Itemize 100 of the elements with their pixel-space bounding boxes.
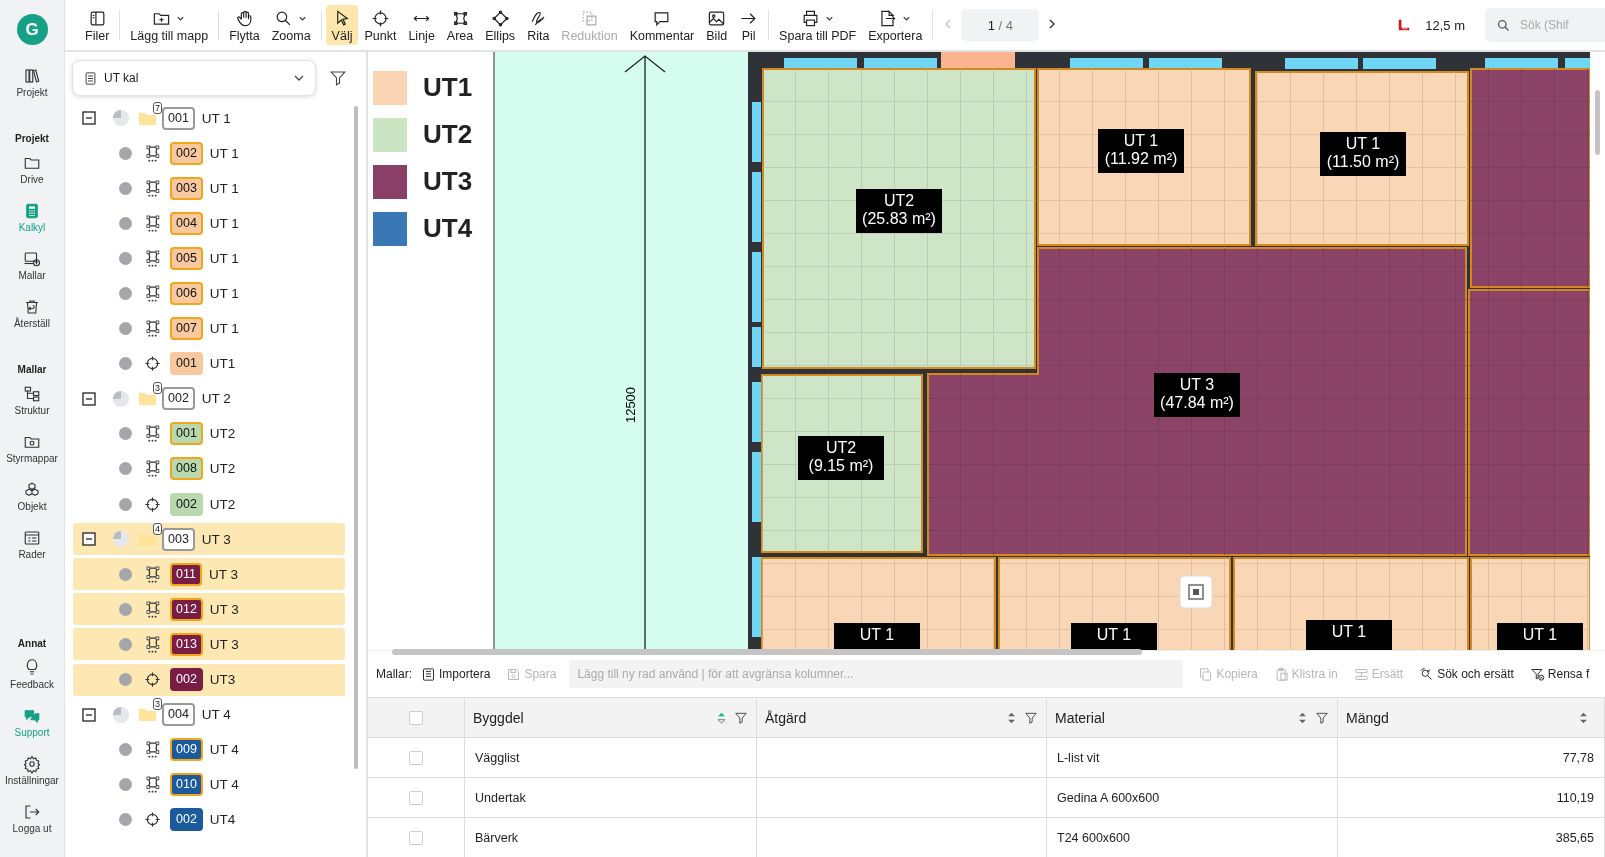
tool-button[interactable]: Ellips xyxy=(479,5,522,45)
tree-item-row[interactable]: 007 UT 1 xyxy=(73,312,345,345)
room[interactable] xyxy=(1255,71,1469,246)
sort-icon[interactable] xyxy=(1298,711,1307,724)
tree-label: UT 3 xyxy=(201,531,231,547)
rail-item[interactable]: Drive xyxy=(20,154,44,202)
tree-group-row[interactable]: 7 001 UT 1 xyxy=(73,102,345,134)
tool-button[interactable]: Bild xyxy=(700,5,734,45)
code-badge: 008 xyxy=(170,457,203,481)
tree-item-row[interactable]: 008 UT2 xyxy=(73,452,345,485)
tree-label: UT 1 xyxy=(209,321,239,337)
status-dot xyxy=(119,673,132,686)
tree-item-row[interactable]: 002 UT2 xyxy=(73,488,345,521)
action-button[interactable]: Sök och ersätt xyxy=(1416,666,1517,682)
tool-button[interactable]: Area xyxy=(440,5,480,45)
tool-button[interactable]: Spara till PDF xyxy=(773,5,863,45)
status-dot xyxy=(119,216,132,230)
rail-item[interactable]: Objekt xyxy=(17,481,47,529)
new-row-field[interactable]: Lägg till ny rad använd | för att avgränsa kolumner... xyxy=(569,660,1184,688)
tree-item-row[interactable]: 003 UT 1 xyxy=(73,172,345,205)
scrollbar[interactable] xyxy=(354,106,358,769)
column-header[interactable]: Byggdel xyxy=(473,709,717,726)
tool-button[interactable]: Zooma xyxy=(265,5,317,45)
folder-icon xyxy=(138,390,157,408)
column-header[interactable]: Mängd xyxy=(1346,709,1579,726)
collapse-toggle[interactable] xyxy=(82,532,96,547)
ruler-icon xyxy=(1397,18,1412,32)
checkbox[interactable] xyxy=(409,830,423,845)
sort-icon[interactable] xyxy=(717,711,726,724)
fit-view-button[interactable] xyxy=(1179,575,1213,609)
code-badge: 004 xyxy=(170,211,203,235)
tree-item-row[interactable]: 001 UT2 xyxy=(73,417,345,450)
scrollbar-thumb[interactable] xyxy=(392,649,1142,655)
tool-button[interactable]: Kommentar xyxy=(623,5,701,45)
area-icon xyxy=(143,319,162,339)
room[interactable] xyxy=(761,557,996,650)
action-button[interactable]: Importera xyxy=(418,666,494,682)
tree-group-row[interactable]: 3 004 UT 4 xyxy=(73,698,345,731)
column-header[interactable]: Material xyxy=(1055,709,1298,726)
layer-dropdown[interactable]: UT kal xyxy=(72,60,316,96)
tree-group-row[interactable]: 4 003 UT 3 xyxy=(73,523,345,556)
action-button[interactable]: Rensa f xyxy=(1526,666,1593,682)
tool-button[interactable]: Exportera xyxy=(862,5,929,45)
status-dot xyxy=(119,322,132,336)
tree-item-row[interactable]: 009 UT 4 xyxy=(73,733,345,766)
tree-item-row[interactable]: 002 UT3 xyxy=(73,663,345,696)
tree-item-row[interactable]: 013 UT 3 xyxy=(73,628,345,661)
tree-label: UT 4 xyxy=(209,777,239,793)
rail-item[interactable]: Rader xyxy=(18,529,46,577)
trash-icon xyxy=(23,298,41,316)
tree-label: UT 3 xyxy=(208,566,238,582)
tool-button[interactable]: Punkt xyxy=(358,5,403,45)
column-header[interactable]: Åtgärd xyxy=(765,709,1007,726)
collapse-toggle[interactable] xyxy=(82,707,96,722)
code-badge: 005 xyxy=(170,246,203,270)
tool-button[interactable]: Flytta xyxy=(223,5,266,45)
tree-item-row[interactable]: 006 UT 1 xyxy=(73,277,345,310)
room[interactable] xyxy=(1037,68,1251,246)
rail-item[interactable]: Styrmappar xyxy=(6,433,58,481)
room[interactable] xyxy=(762,68,1036,369)
tree-item-row[interactable]: 010 UT 4 xyxy=(73,768,345,801)
checkbox[interactable] xyxy=(409,750,423,765)
tool-button[interactable]: Pil xyxy=(733,5,765,45)
tree-item-row[interactable]: 001 UT1 xyxy=(73,347,345,380)
filter-icon[interactable] xyxy=(329,69,347,87)
checkbox[interactable] xyxy=(409,710,423,725)
rail-item[interactable]: Mallar xyxy=(18,250,46,298)
tree-item-row[interactable]: 002 UT 1 xyxy=(73,137,345,170)
table-cell: L-list vit xyxy=(1057,750,1100,765)
collapse-toggle[interactable] xyxy=(82,111,96,125)
tool-button[interactable]: Välj xyxy=(325,5,359,45)
tree-item-row[interactable]: 012 UT 3 xyxy=(73,593,345,626)
tool-button[interactable]: Lägg till mapp xyxy=(124,5,215,45)
sort-icon[interactable] xyxy=(1007,711,1016,724)
tree-group-row[interactable]: 3 002 UT 2 xyxy=(73,382,345,415)
tool-button[interactable]: Linje xyxy=(402,5,441,45)
tree-item-row[interactable]: 002 UT4 xyxy=(73,803,345,836)
tree-item-row[interactable]: 004 UT 1 xyxy=(73,207,345,240)
tree-item-row[interactable]: 011 UT 3 xyxy=(73,558,345,591)
rail-item[interactable]: Projekt xyxy=(16,67,48,115)
rail-item[interactable]: Feedback xyxy=(10,659,54,707)
sort-icon[interactable] xyxy=(1579,711,1588,724)
rail-item[interactable]: Återställ xyxy=(13,298,51,346)
rail-item[interactable]: Logga ut xyxy=(12,803,52,851)
filter-icon[interactable] xyxy=(734,710,748,725)
scrollbar-thumb[interactable] xyxy=(1595,90,1600,155)
filter-icon[interactable] xyxy=(1024,710,1038,725)
rail-item[interactable]: Struktur xyxy=(14,385,50,433)
rail-item[interactable]: Inställningar xyxy=(5,755,59,803)
code-badge: 007 xyxy=(170,317,203,341)
checkbox[interactable] xyxy=(409,790,423,805)
templates-label: Mallar: xyxy=(376,667,412,681)
tool-button[interactable]: Filer xyxy=(79,5,116,45)
tool-button[interactable]: Rita xyxy=(521,5,556,45)
collapse-toggle[interactable] xyxy=(82,391,96,406)
window xyxy=(752,382,761,442)
crosshair-icon xyxy=(143,354,162,374)
tree-item-row[interactable]: 005 UT 1 xyxy=(73,242,345,275)
filter-icon[interactable] xyxy=(1315,710,1329,725)
search-field[interactable]: Sök (Shif xyxy=(1485,8,1605,42)
